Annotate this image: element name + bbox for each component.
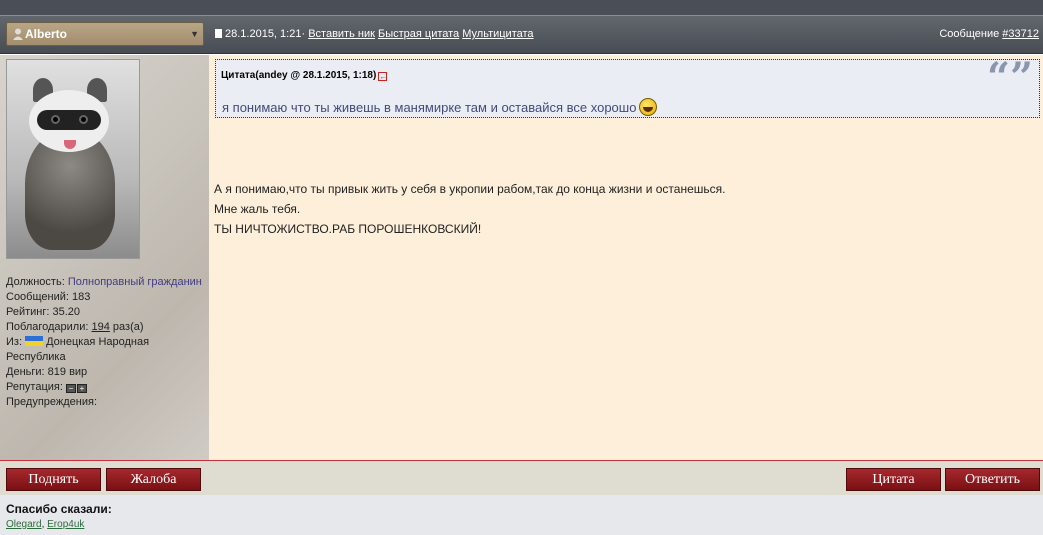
chevron-down-icon: ▼ — [190, 29, 199, 39]
message-number: Сообщение #33712 — [939, 28, 1039, 40]
warnings-label: Предупреждения: — [6, 396, 98, 408]
complaint-button[interactable]: Жалоба — [106, 468, 201, 491]
quote-button[interactable]: Цитата — [846, 468, 941, 491]
post-header: Alberto ▼ 28.1.2015, 1:21· Вставить ник … — [0, 16, 1043, 54]
thanked-suffix: раз(а) — [112, 321, 144, 333]
message-number-link[interactable]: #33712 — [1002, 28, 1039, 40]
money-label: Деньги: — [6, 366, 45, 378]
post-line: А я понимаю,что ты привык жить у себя в … — [214, 182, 726, 196]
top-bar — [0, 0, 1043, 16]
reputation-label: Репутация: — [6, 381, 63, 393]
quote-marks-icon: “” — [986, 54, 1033, 101]
thanks-section: Спасибо сказали: Olegard, Erop4uk — [0, 495, 1043, 535]
post-line: ТЫ НИЧТОЖИСТВО.РАБ ПОРОШЕНКОВСКИЙ! — [214, 222, 482, 236]
raise-button[interactable]: Поднять — [6, 468, 101, 491]
quote-block: Цитата(andey @ 28.1.2015, 1:18) ← “” я по… — [215, 54, 1040, 118]
thanks-user-link[interactable]: Erop4uk — [47, 519, 84, 530]
thanks-title: Спасибо сказали: — [6, 502, 112, 516]
quote-header: Цитата(andey @ 28.1.2015, 1:18) ← — [221, 70, 388, 81]
rating-value: 35.20 — [52, 306, 81, 318]
thanks-user-link[interactable]: Olegard — [6, 519, 42, 530]
multi-quote-link[interactable]: Мультицитата — [462, 28, 533, 40]
laugh-smiley-icon — [639, 98, 658, 116]
post-line: Мне жаль тебя. — [214, 202, 301, 216]
position-value: Полноправный гражданин — [67, 276, 202, 288]
post-content: Цитата(andey @ 28.1.2015, 1:18) ← “” я по… — [209, 54, 1043, 460]
thanks-list: Olegard, Erop4uk — [6, 519, 1037, 530]
user-info: Должность: Полноправный гражданин Сообще… — [6, 275, 203, 410]
rating-label: Рейтинг: — [6, 306, 50, 318]
quote-author: Цитата(andey @ 28.1.2015, 1:18) — [221, 70, 377, 81]
thanks-separator: , — [41, 519, 45, 530]
meta-separator: · — [301, 28, 306, 40]
reputation-minus-icon[interactable]: − — [65, 384, 76, 393]
quote-text: я понимаю что ты живешь в манямирке там … — [222, 98, 658, 116]
messages-label: Сообщений: — [6, 291, 69, 303]
username-dropdown[interactable]: Alberto ▼ — [6, 22, 204, 46]
money-value: 819 вир — [47, 366, 88, 378]
message-label: Сообщение — [939, 28, 1000, 40]
quick-quote-link[interactable]: Быстрая цитата — [378, 28, 459, 40]
user-icon — [13, 25, 23, 40]
insert-nick-link[interactable]: Вставить ник — [308, 28, 375, 40]
post-icon — [215, 29, 222, 38]
thanked-label: Поблагодарили: — [6, 321, 89, 333]
post-actions: Поднять Жалоба Цитата Ответить — [0, 460, 1043, 495]
messages-value: 183 — [72, 291, 91, 303]
flag-icon — [25, 336, 44, 346]
position-label: Должность: — [6, 276, 65, 288]
reply-button[interactable]: Ответить — [945, 468, 1040, 491]
post-date: 28.1.2015, 1:21 — [225, 28, 302, 40]
post-body: А я понимаю,что ты привык жить у себя в … — [214, 179, 725, 239]
quote-text-content: я понимаю что ты живешь в манямирке там … — [222, 100, 637, 115]
jump-to-quote-icon[interactable]: ← — [378, 72, 388, 81]
thanked-value-link[interactable]: 194 — [92, 321, 110, 333]
user-sidebar: Должность: Полноправный гражданин Сообще… — [0, 55, 209, 460]
post-meta: 28.1.2015, 1:21· Вставить ник Быстрая ци… — [215, 28, 534, 40]
from-label: Из: — [6, 336, 23, 348]
avatar — [6, 59, 140, 259]
reputation-plus-icon[interactable]: + — [76, 384, 87, 393]
username: Alberto — [25, 27, 67, 41]
